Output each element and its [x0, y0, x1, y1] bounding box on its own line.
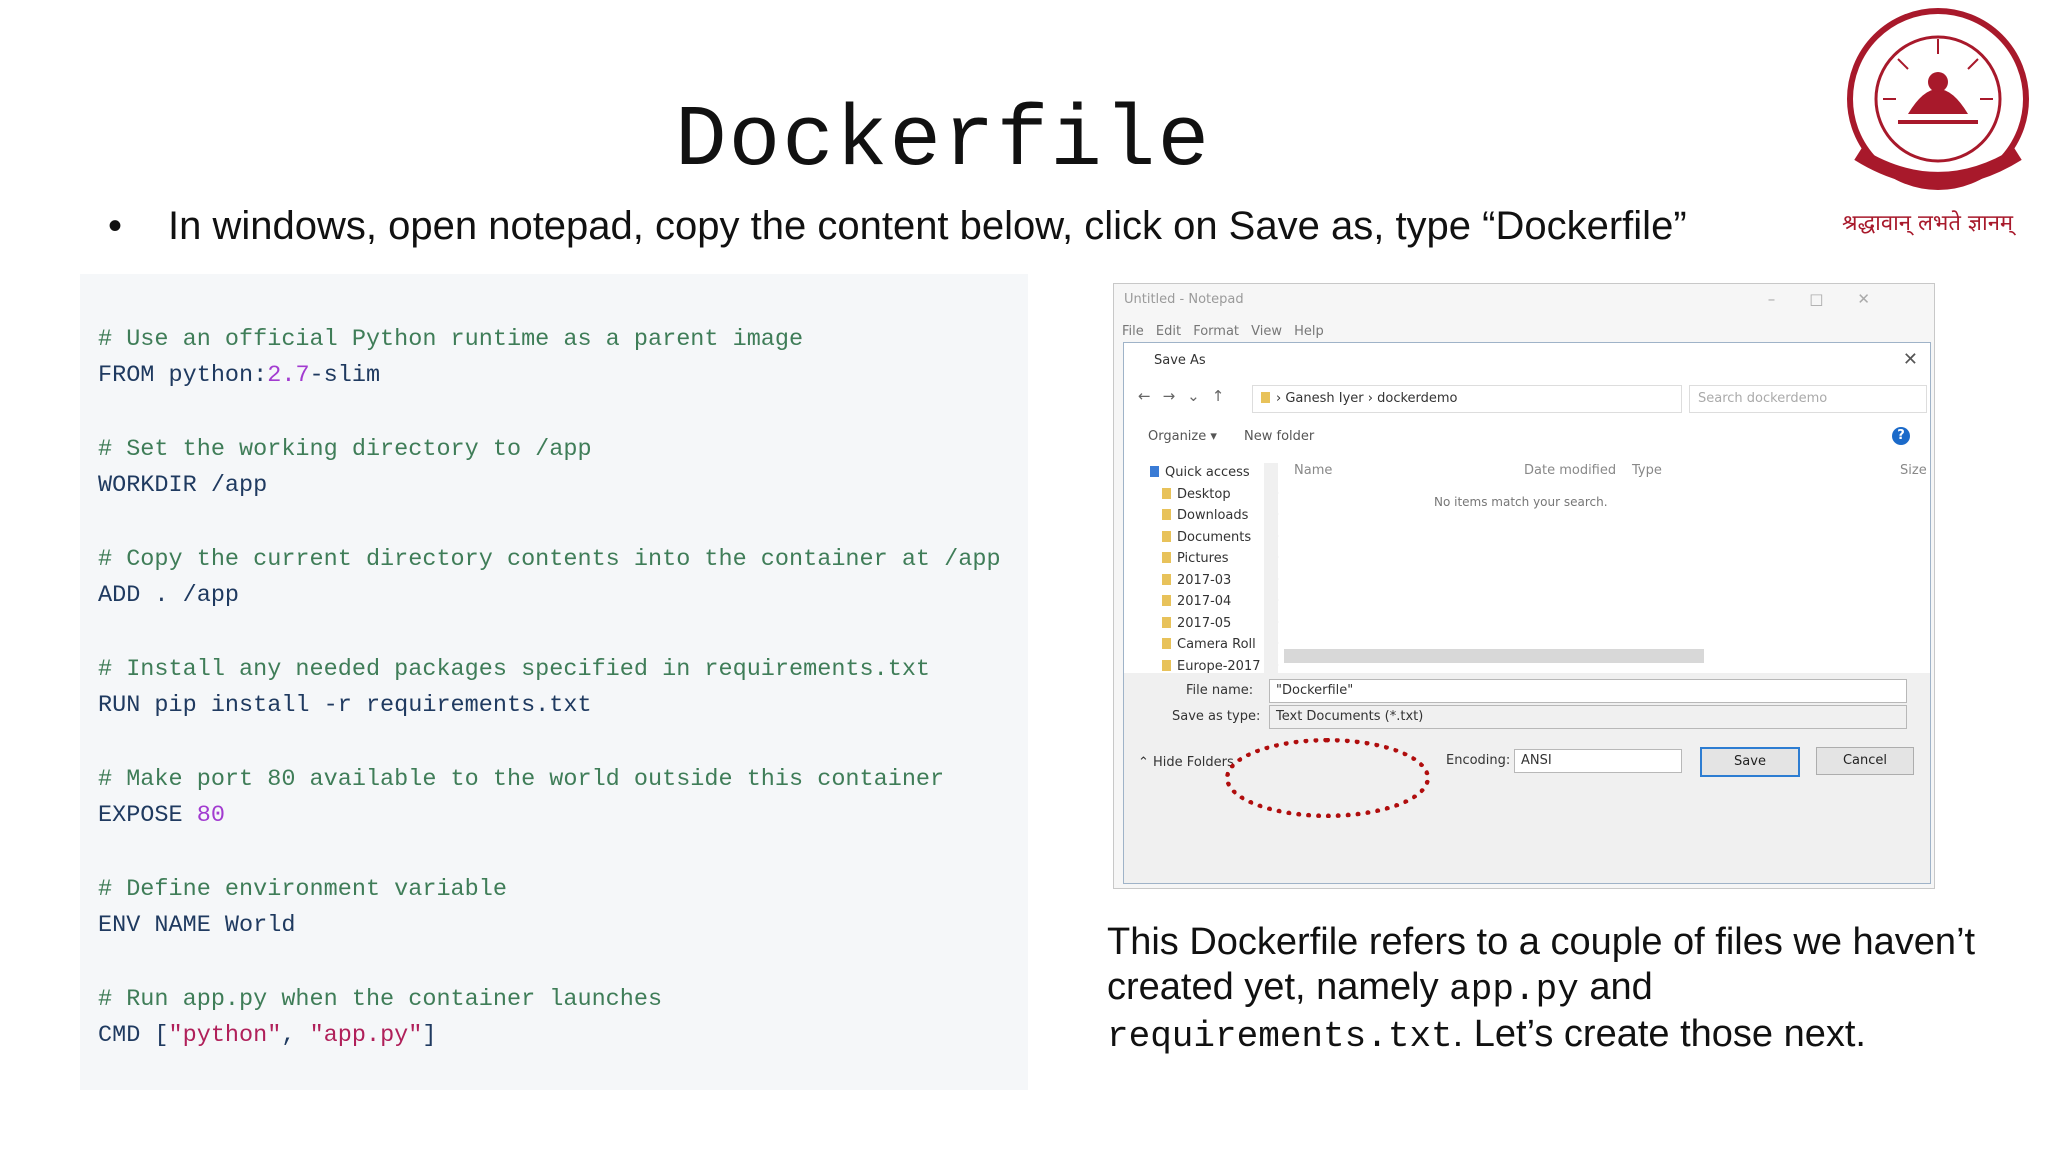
- code-instruction-line: ADD . /app: [98, 582, 240, 609]
- code-instruction-line: ENV NAME World: [98, 912, 296, 939]
- sidebar-item[interactable]: 2017-05✦: [1162, 615, 1279, 631]
- filename-highlight-ring: [1225, 738, 1430, 818]
- code-instruction-line: FROM python:2.7-slim: [98, 362, 381, 389]
- breadcrumb-user[interactable]: Ganesh Iyer: [1285, 391, 1363, 406]
- folder-icon: [1162, 659, 1171, 671]
- code-comment-line: # Run app.py when the container launches: [98, 986, 663, 1013]
- sidebar-item[interactable]: Quick access: [1150, 465, 1250, 480]
- star-icon: [1150, 466, 1159, 477]
- caption-text-2: and: [1578, 966, 1653, 1008]
- new-folder-button[interactable]: New folder: [1244, 429, 1314, 444]
- organize-button[interactable]: Organize ▾: [1148, 429, 1217, 444]
- sidebar-item-label: Camera Roll: [1177, 637, 1256, 652]
- folder-icon: [1162, 616, 1171, 628]
- caption: This Dockerfile refers to a couple of fi…: [1107, 920, 2007, 1059]
- folder-icon: [1162, 509, 1171, 520]
- caption-code-requirements: requirements.txt: [1107, 1016, 1453, 1057]
- instruction-bullet: • In windows, open notepad, copy the cont…: [108, 204, 1687, 249]
- sidebar-item[interactable]: 2017-04✦: [1162, 594, 1279, 609]
- folder-icon: [1162, 530, 1171, 542]
- encoding-label: Encoding:: [1446, 753, 1511, 768]
- notepad-menu-bar[interactable]: File Edit Format View Help: [1122, 324, 1324, 339]
- sidebar-item-label: 2017-04: [1177, 594, 1232, 609]
- instruction-text: In windows, open notepad, copy the conte…: [168, 204, 1687, 248]
- close-icon[interactable]: ✕: [1903, 349, 1918, 370]
- code-instruction-line: WORKDIR /app: [98, 472, 268, 499]
- save-as-dialog: Save As ✕ ←→⌄↑ › Ganesh Iyer › dockerdem…: [1123, 342, 1931, 884]
- navigation-pane: Quick access Desktop✦ Downloads✦ Documents✦…: [1132, 455, 1279, 675]
- sidebar-item[interactable]: Downloads✦: [1162, 508, 1279, 523]
- sidebar-item-label: Europe-2017: [1177, 658, 1261, 674]
- code-instruction-line: EXPOSE 80: [98, 802, 225, 829]
- back-forward-up-icons[interactable]: ←→⌄↑: [1138, 387, 1236, 405]
- sidebar-item-label: Quick access: [1165, 465, 1250, 480]
- code-instruction-line: CMD ["python", "app.py"]: [98, 1022, 437, 1049]
- chevron-up-icon: ⌃: [1138, 755, 1154, 770]
- logo-motto: श्रद्धावान् लभते ज्ञानम्: [1842, 210, 2016, 236]
- sidebar-item-label: Pictures: [1177, 551, 1229, 566]
- code-instruction-line: RUN pip install -r requirements.txt: [98, 692, 592, 719]
- horizontal-scrollbar[interactable]: [1284, 649, 1704, 663]
- university-emblem-logo: श्रद्धावान् लभते ज्ञानम्: [1842, 8, 2029, 236]
- notepad-title: Untitled - Notepad: [1124, 292, 1244, 307]
- sidebar-item-label: 2017-05: [1177, 615, 1232, 631]
- sidebar-item[interactable]: Documents✦: [1162, 529, 1279, 545]
- code-comment-line: # Copy the current directory contents in…: [98, 546, 1001, 573]
- code-comment-line: # Set the working directory to /app: [98, 436, 592, 463]
- sidebar-item-label: Desktop: [1177, 486, 1231, 502]
- sidebar-item[interactable]: Europe-2017✦: [1162, 658, 1279, 674]
- hide-folders-button[interactable]: ⌃ Hide Folders: [1138, 755, 1234, 770]
- code-comment-line: # Define environment variable: [98, 876, 507, 903]
- folder-icon: [1162, 573, 1171, 585]
- help-icon[interactable]: ?: [1892, 427, 1910, 445]
- search-input[interactable]: Search dockerdemo: [1689, 385, 1927, 413]
- save-type-select[interactable]: Text Documents (*.txt): [1269, 705, 1907, 729]
- folder-icon: [1261, 392, 1270, 403]
- folder-icon: [1162, 595, 1171, 606]
- sidebar-scrollbar[interactable]: [1264, 463, 1278, 673]
- folder-icon: [1162, 552, 1171, 563]
- col-type[interactable]: Type: [1632, 463, 1662, 478]
- window-controls[interactable]: –□✕: [1768, 290, 1904, 308]
- dockerfile-code-block: # Use an official Python runtime as a pa…: [80, 274, 1028, 1090]
- notepad-window: Untitled - Notepad –□✕ File Edit Format …: [1113, 283, 1935, 889]
- save-as-title: Save As: [1154, 353, 1206, 368]
- folder-icon: [1162, 487, 1171, 499]
- caption-text-3: . Let’s create those next.: [1452, 1013, 1866, 1055]
- file-name-input[interactable]: "Dockerfile": [1269, 679, 1907, 703]
- bullet-icon: •: [108, 204, 123, 248]
- sidebar-item[interactable]: 2017-03✦: [1162, 572, 1279, 588]
- save-button[interactable]: Save: [1700, 747, 1800, 777]
- sidebar-item-label: Downloads: [1177, 508, 1249, 523]
- empty-message: No items match your search.: [1434, 495, 1608, 509]
- folder-icon: [1162, 638, 1171, 649]
- code-comment-line: # Use an official Python runtime as a pa…: [98, 326, 804, 353]
- slide-title: Dockerfile: [675, 92, 1212, 190]
- sidebar-item[interactable]: Desktop✦: [1162, 486, 1279, 502]
- sidebar-item-label: Documents: [1177, 529, 1252, 545]
- col-date[interactable]: Date modified: [1524, 463, 1616, 478]
- encoding-select[interactable]: ANSI: [1514, 749, 1682, 773]
- col-name[interactable]: Name: [1294, 463, 1332, 478]
- code-comment-line: # Install any needed packages specified …: [98, 656, 931, 683]
- sidebar-item-label: 2017-03: [1177, 572, 1232, 588]
- address-bar[interactable]: › Ganesh Iyer › dockerdemo: [1252, 385, 1682, 413]
- code-comment-line: # Make port 80 available to the world ou…: [98, 766, 945, 793]
- sidebar-item[interactable]: Camera Roll✦: [1162, 637, 1279, 652]
- sidebar-item[interactable]: Pictures✦: [1162, 551, 1279, 566]
- save-type-label: Save as type:: [1172, 709, 1261, 724]
- col-size[interactable]: Size: [1900, 463, 1927, 478]
- cancel-button[interactable]: Cancel: [1816, 747, 1914, 775]
- file-name-label: File name:: [1186, 683, 1254, 698]
- caption-code-app: app.py: [1449, 969, 1579, 1010]
- breadcrumb-folder[interactable]: dockerdemo: [1377, 391, 1457, 406]
